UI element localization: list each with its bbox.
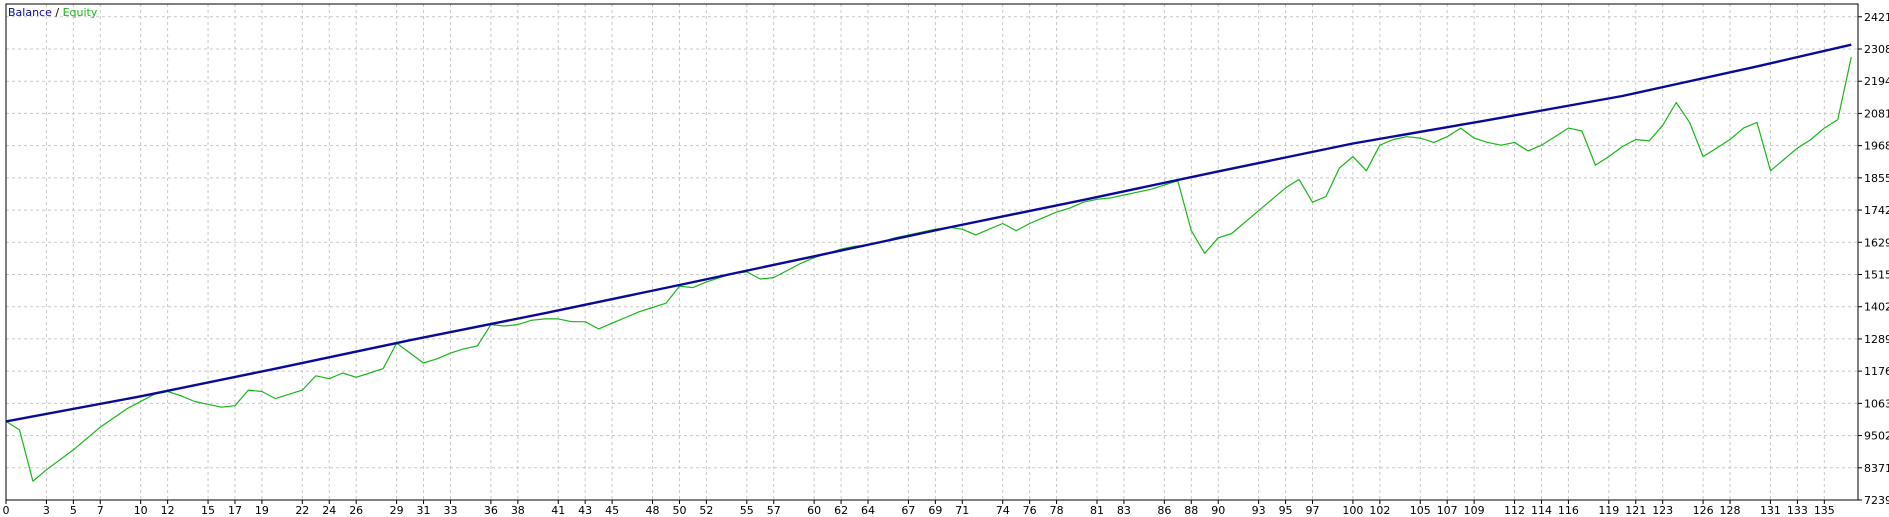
x-tick-label: 12	[161, 504, 175, 517]
x-tick-label: 83	[1117, 504, 1131, 517]
x-tick-label: 133	[1787, 504, 1808, 517]
x-tick-label: 86	[1157, 504, 1171, 517]
x-tick-label: 93	[1252, 504, 1266, 517]
x-tick-label: 48	[646, 504, 660, 517]
y-tick-label: 18554	[1864, 172, 1889, 185]
x-tick-label: 41	[551, 504, 565, 517]
x-tick-label: 5	[70, 504, 77, 517]
x-tick-label: 24	[322, 504, 336, 517]
x-tick-label: 3	[43, 504, 50, 517]
x-tick-label: 62	[834, 504, 848, 517]
x-tick-label: 123	[1652, 504, 1673, 517]
x-tick-label: 52	[699, 504, 713, 517]
x-tick-label: 95	[1279, 504, 1293, 517]
x-tick-label: 33	[443, 504, 457, 517]
legend-equity: Equity	[62, 6, 98, 19]
x-tick-label: 69	[928, 504, 942, 517]
x-tick-label: 128	[1720, 504, 1741, 517]
y-tick-label: 9502	[1864, 430, 1889, 443]
x-tick-label: 71	[955, 504, 969, 517]
y-tick-label: 15159	[1864, 269, 1889, 282]
x-tick-label: 29	[390, 504, 404, 517]
x-tick-label: 102	[1369, 504, 1390, 517]
y-tick-label: 11765	[1864, 365, 1889, 378]
x-tick-label: 97	[1306, 504, 1320, 517]
y-tick-label: 14028	[1864, 301, 1889, 314]
x-tick-label: 76	[1023, 504, 1037, 517]
x-tick-label: 67	[901, 504, 915, 517]
y-tick-label: 20817	[1864, 107, 1889, 120]
x-tick-label: 38	[511, 504, 525, 517]
x-tick-label: 119	[1598, 504, 1619, 517]
x-tick-label: 45	[605, 504, 619, 517]
x-tick-label: 7	[97, 504, 104, 517]
x-tick-label: 126	[1693, 504, 1714, 517]
x-tick-label: 109	[1464, 504, 1485, 517]
x-tick-label: 55	[740, 504, 754, 517]
x-tick-label: 17	[228, 504, 242, 517]
x-tick-label: 78	[1050, 504, 1064, 517]
x-tick-label: 114	[1531, 504, 1552, 517]
y-tick-label: 16291	[1864, 236, 1889, 249]
x-tick-label: 64	[861, 504, 875, 517]
y-tick-label: 21948	[1864, 75, 1889, 88]
x-tick-label: 135	[1814, 504, 1835, 517]
y-tick-label: 8371	[1864, 462, 1889, 475]
x-tick-label: 116	[1558, 504, 1579, 517]
y-tick-label: 12896	[1864, 333, 1889, 346]
x-axis-ticks: 0 3 5 7 10 12 15 17 19 22 24 26 29 31 33 36 38 41 43 45 48 50…	[3, 500, 1835, 517]
x-tick-label: 15	[201, 504, 215, 517]
x-tick-label: 10	[134, 504, 148, 517]
x-tick-label: 131	[1760, 504, 1781, 517]
x-tick-label: 112	[1504, 504, 1525, 517]
x-tick-label: 57	[767, 504, 781, 517]
plot-area	[6, 4, 1858, 500]
y-tick-label: 23080	[1864, 43, 1889, 56]
x-tick-label: 43	[578, 504, 592, 517]
x-tick-label: 121	[1625, 504, 1646, 517]
y-tick-label: 7239	[1864, 494, 1889, 507]
x-tick-label: 26	[349, 504, 363, 517]
y-tick-label: 24211	[1864, 11, 1889, 24]
x-tick-label: 105	[1410, 504, 1431, 517]
y-tick-label: 19685	[1864, 140, 1889, 153]
x-tick-label: 100	[1342, 504, 1363, 517]
y-axis-ticks: 7239 8371 9502 10633 11765 12896 14028 15159 162…	[1858, 11, 1889, 507]
x-tick-label: 50	[672, 504, 686, 517]
x-tick-label: 36	[484, 504, 498, 517]
legend-separator: /	[55, 6, 60, 19]
x-tick-label: 90	[1211, 504, 1225, 517]
x-tick-label: 19	[255, 504, 269, 517]
chart-legend: Balance / Equity	[8, 6, 97, 19]
x-tick-label: 60	[807, 504, 821, 517]
x-tick-label: 88	[1184, 504, 1198, 517]
x-tick-label: 22	[295, 504, 309, 517]
x-tick-label: 31	[417, 504, 431, 517]
x-tick-label: 81	[1090, 504, 1104, 517]
x-tick-label: 74	[996, 504, 1010, 517]
y-tick-label: 17422	[1864, 204, 1889, 217]
x-tick-label: 107	[1437, 504, 1458, 517]
legend-balance: Balance	[8, 6, 52, 19]
balance-equity-chart: 7239837195021063311765128961402815159162…	[3, 3, 1889, 517]
y-tick-label: 10633	[1864, 397, 1889, 410]
x-tick-label: 0	[3, 504, 10, 517]
